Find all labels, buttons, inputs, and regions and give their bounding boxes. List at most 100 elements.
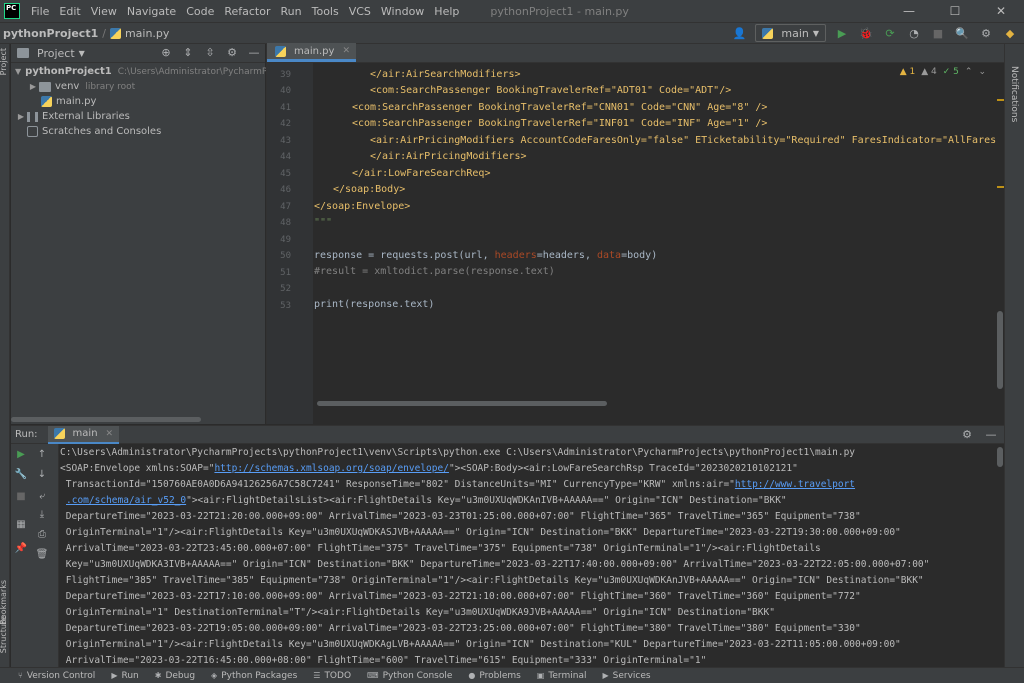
chevron-down-icon[interactable]: ▼: [79, 49, 85, 58]
code-line-49: """: [314, 217, 333, 228]
expand-all-icon[interactable]: ⇕: [181, 46, 195, 60]
version-control-tool-button[interactable]: ⑂ Version Control: [18, 671, 95, 681]
scroll-to-end-icon[interactable]: ⤓: [35, 508, 49, 522]
project-tool-button[interactable]: Project: [0, 48, 8, 75]
settings-icon[interactable]: ⚙: [978, 25, 994, 41]
gear-icon[interactable]: ⚙: [225, 46, 239, 60]
menu-navigate[interactable]: Navigate: [122, 5, 181, 18]
python-console-tool-button[interactable]: ⌨ Python Console: [367, 671, 452, 681]
menu-file[interactable]: File: [26, 5, 54, 18]
editor-vertical-scrollbar[interactable]: [996, 63, 1004, 424]
project-panel-title[interactable]: Project: [37, 47, 75, 60]
warning-marker[interactable]: [997, 99, 1004, 101]
chevron-right-icon[interactable]: ▶: [27, 82, 39, 91]
line-number: 46: [280, 185, 291, 195]
menu-code[interactable]: Code: [181, 5, 219, 18]
chevron-right-icon[interactable]: ▶: [15, 112, 27, 121]
user-icon[interactable]: 👤: [731, 25, 747, 41]
line-number: 44: [280, 152, 291, 162]
hide-icon[interactable]: —: [984, 428, 998, 442]
travelport-link[interactable]: http://www.travelport: [735, 479, 855, 490]
menu-window[interactable]: Window: [376, 5, 429, 18]
tree-item-venv[interactable]: ▶ venv library root: [11, 79, 265, 94]
pin-icon[interactable]: 📌: [14, 542, 28, 556]
rerun-icon[interactable]: ▶: [14, 448, 28, 462]
line-number: 45: [280, 169, 291, 179]
code-text-area[interactable]: </air:AirSearchModifiers> <com:SearchPas…: [314, 63, 996, 424]
bottom-item-label: Terminal: [548, 670, 587, 681]
project-panel-header: Project ▼ ⊕ ⇕ ⇳ ⚙ —: [11, 44, 265, 63]
collapse-all-icon[interactable]: ⇳: [203, 46, 217, 60]
coverage-icon[interactable]: ⟳: [882, 25, 898, 41]
minimize-button[interactable]: —: [886, 0, 932, 22]
profile-icon[interactable]: ◔: [906, 25, 922, 41]
tree-item-project[interactable]: ▼ pythonProject1 C:\Users\Administrator\…: [11, 64, 284, 79]
tree-item-scratches[interactable]: Scratches and Consoles: [11, 124, 265, 139]
run-panel-label: Run:: [15, 429, 38, 440]
warning-marker[interactable]: [997, 186, 1004, 188]
run-tool-button[interactable]: ▶ Run: [111, 671, 138, 681]
scrollbar-thumb[interactable]: [997, 311, 1003, 389]
problems-tool-button[interactable]: ● Problems: [468, 671, 520, 681]
code-line-53: print(response.text): [314, 299, 435, 310]
scrollbar-thumb[interactable]: [997, 447, 1003, 467]
maximize-button[interactable]: ☐: [932, 0, 978, 22]
services-tool-button[interactable]: ▶ Services: [602, 671, 650, 681]
schema-link[interactable]: .com/schema/air_v52_0: [66, 495, 186, 506]
menu-refactor[interactable]: Refactor: [219, 5, 275, 18]
stop-icon[interactable]: ■: [930, 25, 946, 41]
hide-icon[interactable]: —: [247, 46, 261, 60]
console-output[interactable]: C:\Users\Administrator\PycharmProjects\p…: [60, 444, 996, 668]
tab-main-py[interactable]: main.py ✕: [267, 43, 356, 62]
arrow-down-icon[interactable]: ↓: [35, 468, 49, 482]
arrow-up-icon[interactable]: ↑: [35, 448, 49, 462]
python-packages-tool-button[interactable]: ◈ Python Packages: [211, 671, 297, 681]
tree-item-main-py[interactable]: main.py: [11, 94, 265, 109]
console-vertical-scrollbar[interactable]: [996, 444, 1004, 668]
menu-view[interactable]: View: [86, 5, 122, 18]
soap-envelope-link[interactable]: http://schemas.xmlsoap.org/soap/envelope…: [214, 463, 449, 474]
search-icon[interactable]: 🔍: [954, 25, 970, 41]
console-line: ArrivalTime="2023-03-22T23:45:00.000+07:…: [60, 543, 821, 554]
layout-icon[interactable]: ▦: [14, 518, 28, 532]
editor-horizontal-scrollbar[interactable]: [317, 401, 607, 406]
debug-icon[interactable]: 🐞: [858, 25, 874, 41]
pycharm-logo-icon: PC: [4, 3, 20, 19]
breadcrumb-file[interactable]: main.py: [125, 27, 169, 40]
tree-item-label: venv: [55, 81, 80, 92]
menu-edit[interactable]: Edit: [54, 5, 85, 18]
trash-icon[interactable]: 🗑: [35, 548, 49, 562]
run-config-label: main: [781, 26, 809, 40]
terminal-tool-button[interactable]: ▣ Terminal: [537, 671, 587, 681]
line-number: 49: [280, 235, 291, 245]
wrench-icon[interactable]: 🔧: [14, 468, 28, 482]
debug-tool-button[interactable]: ✱ Debug: [155, 671, 195, 681]
locate-icon[interactable]: ⊕: [159, 46, 173, 60]
structure-tool-button[interactable]: Structure: [0, 616, 8, 653]
menu-help[interactable]: Help: [429, 5, 464, 18]
plugins-icon[interactable]: ◆: [1002, 25, 1018, 41]
stop-icon[interactable]: ■: [14, 490, 28, 504]
line-number: 53: [280, 301, 291, 311]
menu-tools[interactable]: Tools: [307, 5, 344, 18]
bottom-item-label: Debug: [165, 670, 196, 681]
close-icon[interactable]: ✕: [342, 46, 350, 56]
print-icon[interactable]: ⎙: [35, 528, 49, 542]
horizontal-scrollbar[interactable]: [11, 417, 201, 422]
notifications-tool-button[interactable]: Notifications: [1009, 66, 1019, 122]
run-config-select[interactable]: main ▼: [755, 24, 826, 42]
todo-tool-button[interactable]: ☰ TODO: [313, 671, 351, 681]
breadcrumb-project[interactable]: pythonProject1: [3, 27, 98, 40]
console-line: OriginTerminal="1"/><air:FlightDetails K…: [60, 639, 901, 650]
gear-icon[interactable]: ⚙: [960, 428, 974, 442]
menu-run[interactable]: Run: [276, 5, 307, 18]
close-window-button[interactable]: ✕: [978, 0, 1024, 22]
tree-item-external-libraries[interactable]: ▶ External Libraries: [11, 109, 265, 124]
tab-run-main[interactable]: main ✕: [47, 425, 120, 444]
close-icon[interactable]: ✕: [106, 429, 114, 439]
run-icon[interactable]: ▶: [834, 25, 850, 41]
chevron-down-icon[interactable]: ▼: [15, 67, 21, 76]
menu-vcs[interactable]: VCS: [344, 5, 376, 18]
soft-wrap-icon[interactable]: ⤶: [35, 490, 49, 504]
tree-item-label: Scratches and Consoles: [42, 126, 162, 137]
